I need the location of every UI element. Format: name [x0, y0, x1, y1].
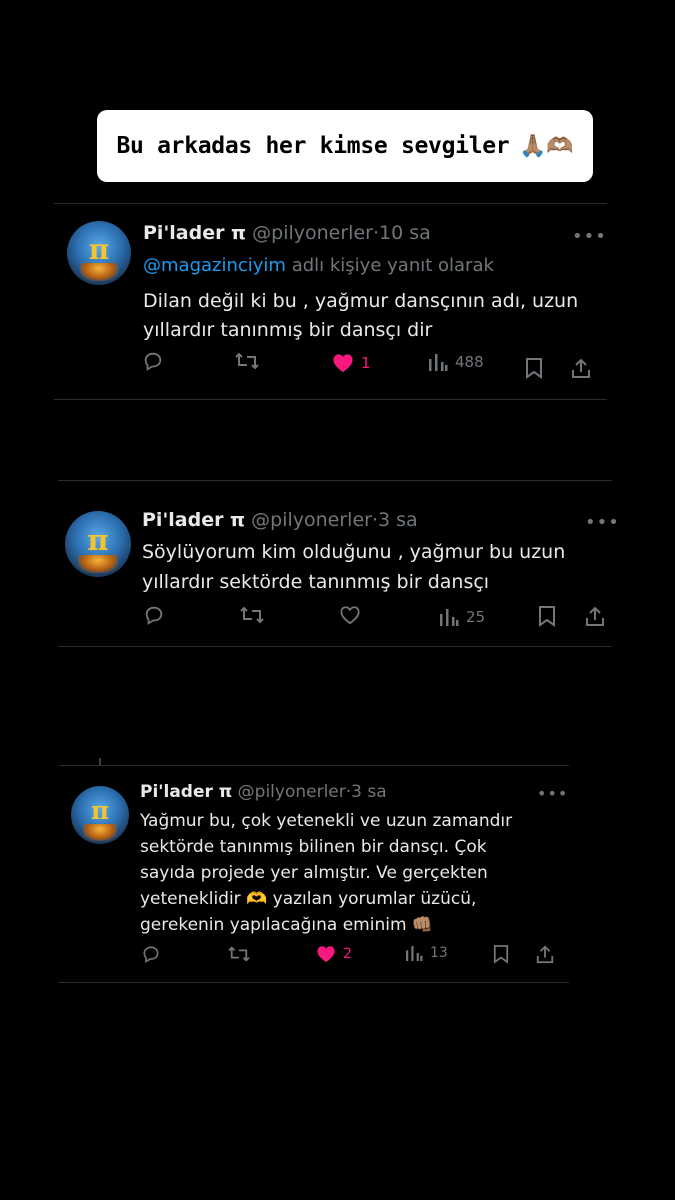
- views-button[interactable]: 488: [428, 353, 484, 371]
- share-button[interactable]: [570, 357, 592, 379]
- avatar[interactable]: π: [65, 511, 131, 577]
- reply-context: @magazinciyim adlı kişiye yanıt olarak: [143, 255, 494, 276]
- tweet-line: sektörde tanınmış bilinen bir dansçı. Ço…: [140, 837, 487, 857]
- tweet-line: Yağmur bu, çok yetenekli ve uzun zamandı…: [140, 811, 513, 831]
- tweet-1[interactable]: π Pi'lader π @pilyonerler·10 sa ••• @mag…: [54, 203, 607, 400]
- tweet-line: Dilan değil ki bu , yağmur dansçının adı…: [143, 290, 579, 312]
- mention-link[interactable]: @magazinciyim: [143, 255, 286, 276]
- retweet-icon: [228, 946, 250, 962]
- timestamp[interactable]: 10 sa: [379, 222, 431, 244]
- tweet-header: Pi'lader π @pilyonerler·10 sa: [143, 222, 431, 244]
- reply-button[interactable]: [142, 350, 164, 372]
- heart-icon: [340, 606, 360, 625]
- tweet-text: Yağmur bu, çok yetenekli ve uzun zamandı…: [140, 808, 512, 938]
- view-count: 13: [430, 945, 448, 961]
- author-name[interactable]: Pi'lader π: [142, 509, 245, 531]
- author-handle[interactable]: @pilyonerler: [251, 509, 372, 531]
- tweet-line: gerekenin yapılacağına eminim 👊🏽: [140, 915, 434, 935]
- tweet-line: yıllardır tanınmış bir dansçı dir: [143, 319, 433, 341]
- share-button[interactable]: [535, 944, 555, 964]
- reply-button[interactable]: [143, 604, 165, 626]
- tweet-text: Söylüyorum kim olduğunu , yağmur bu uzun…: [142, 537, 565, 597]
- bookmark-icon: [526, 358, 542, 379]
- heart-icon: [317, 946, 335, 963]
- avatar[interactable]: π: [71, 786, 129, 844]
- author-handle[interactable]: @pilyonerler: [238, 782, 346, 802]
- tweet-line: yeteneklidir 🫶 yazılan yorumlar üzücü,: [140, 889, 477, 909]
- more-icon[interactable]: •••: [572, 226, 607, 247]
- caption-banner: Bu arkadas her kimse sevgiler 🙏🏽🫶🏽: [97, 110, 593, 182]
- tweet-line: Söylüyorum kim olduğunu , yağmur bu uzun: [142, 541, 566, 563]
- retweet-button[interactable]: [227, 944, 251, 964]
- timestamp[interactable]: 3 sa: [351, 782, 387, 802]
- share-button[interactable]: [584, 605, 606, 627]
- tweet-line: sayıda projede yer almıştır. Ve gerçekte…: [140, 863, 488, 883]
- view-count: 25: [466, 608, 486, 626]
- like-count: 2: [343, 946, 352, 962]
- author-name[interactable]: Pi'lader π: [143, 222, 246, 244]
- views-icon: [440, 609, 459, 626]
- author-name[interactable]: Pi'lader π: [140, 782, 232, 802]
- views-button[interactable]: 25: [439, 608, 485, 626]
- avatar[interactable]: π: [67, 221, 131, 285]
- retweet-icon: [240, 606, 264, 624]
- reply-button[interactable]: [141, 944, 161, 964]
- tweet-text: Dilan değil ki bu , yağmur dansçının adı…: [143, 287, 578, 345]
- share-icon: [536, 945, 554, 964]
- heart-icon: [333, 354, 353, 373]
- tweet-header: Pi'lader π @pilyonerler·3 sa: [142, 509, 418, 531]
- more-icon[interactable]: •••: [585, 512, 620, 533]
- retweet-icon: [235, 352, 259, 370]
- reply-icon: [144, 352, 162, 371]
- reply-icon: [145, 606, 163, 625]
- tweet-3[interactable]: π Pi'lader π @pilyonerler·3 sa ••• Yağmu…: [59, 765, 569, 983]
- retweet-button[interactable]: [234, 350, 260, 372]
- author-handle[interactable]: @pilyonerler: [252, 222, 373, 244]
- bookmark-button[interactable]: [493, 944, 509, 964]
- retweet-button[interactable]: [239, 604, 265, 626]
- caption-text: Bu arkadas her kimse sevgiler: [116, 133, 510, 159]
- bookmark-icon: [493, 945, 509, 964]
- share-icon: [572, 358, 590, 378]
- reply-suffix: adlı kişiye yanıt olarak: [291, 255, 494, 276]
- bookmark-icon: [539, 606, 555, 627]
- views-icon: [406, 945, 423, 961]
- like-button[interactable]: [339, 605, 368, 625]
- timestamp[interactable]: 3 sa: [378, 509, 418, 531]
- like-button[interactable]: 1: [332, 353, 371, 373]
- views-button[interactable]: 13: [405, 945, 448, 961]
- tweet-header: Pi'lader π @pilyonerler·3 sa: [140, 782, 387, 802]
- like-button[interactable]: 2: [316, 945, 352, 963]
- caption-emoji: 🙏🏽🫶🏽: [519, 133, 574, 159]
- share-icon: [586, 606, 604, 626]
- views-icon: [429, 354, 448, 371]
- like-count: 1: [361, 354, 371, 372]
- bookmark-button[interactable]: [538, 605, 556, 627]
- tweet-line: yıllardır sektörde tanınmış bir dansçı: [142, 571, 490, 593]
- more-icon[interactable]: •••: [537, 784, 568, 803]
- tweet-2[interactable]: π Pi'lader π @pilyonerler·3 sa ••• Söylü…: [58, 480, 619, 647]
- view-count: 488: [455, 353, 484, 371]
- reply-icon: [143, 946, 159, 963]
- bookmark-button[interactable]: [525, 357, 543, 379]
